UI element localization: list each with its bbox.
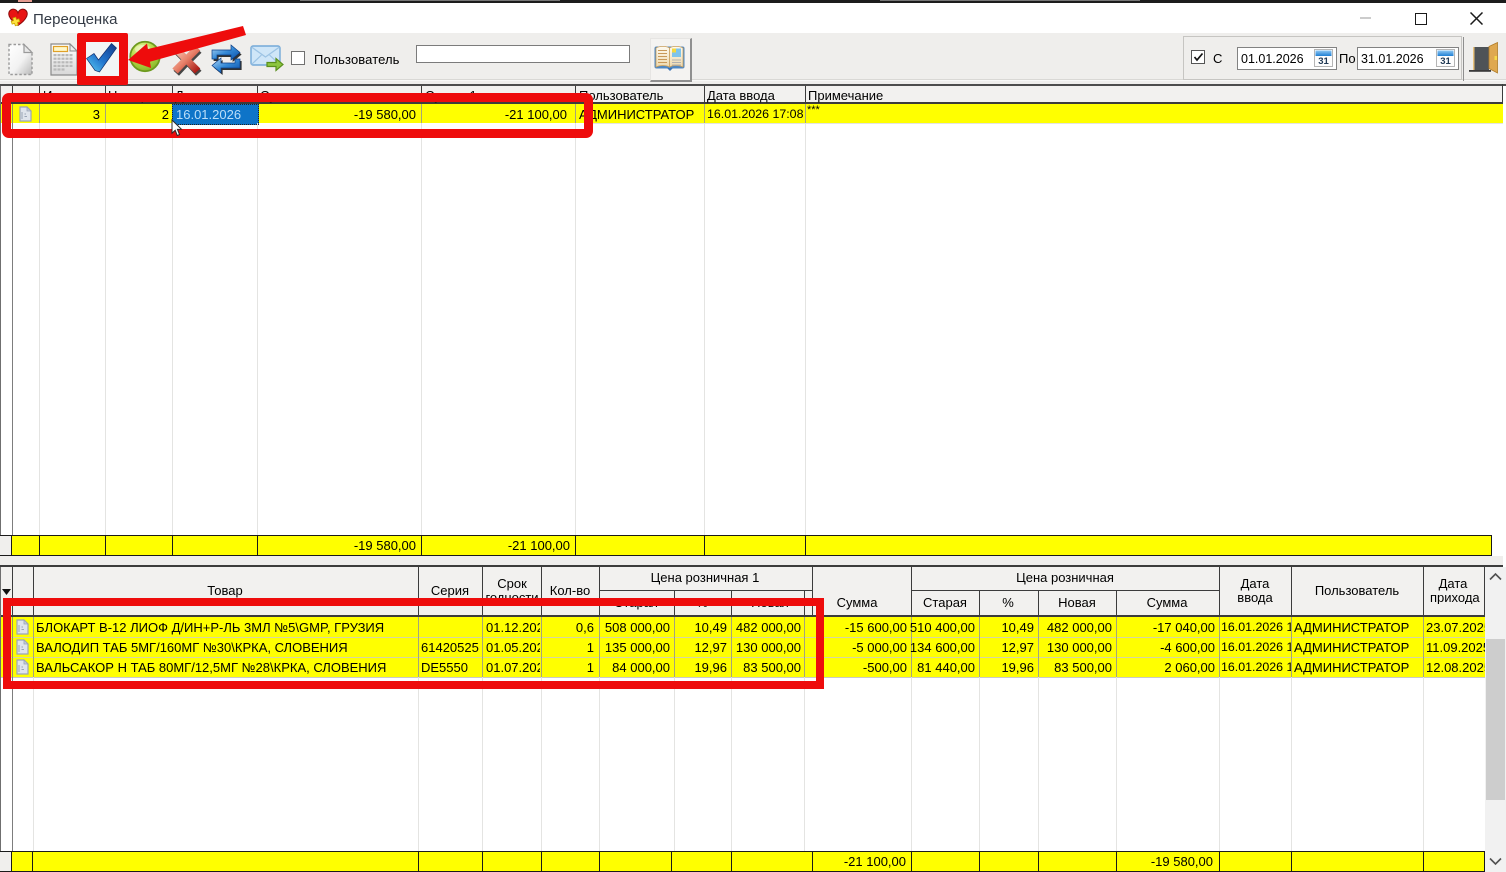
svg-text:31: 31 [1440,56,1451,67]
svg-text:31: 31 [1318,56,1329,67]
